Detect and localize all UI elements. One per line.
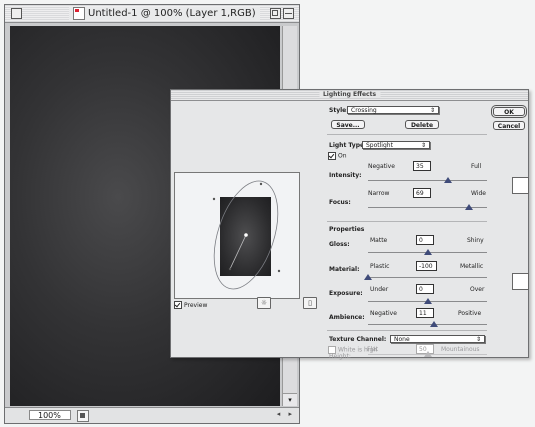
exposure-low-label: Under [370,286,389,293]
separator [327,134,487,135]
light-type-popup[interactable]: Spotlight ⇕ [362,141,430,149]
ambience-label: Ambience: [329,314,365,321]
exposure-high-label: Over [470,286,485,293]
height-slider-thumb[interactable] [423,351,432,357]
height-low-label: Flat [367,346,379,353]
zoom-box-icon[interactable] [270,8,281,19]
focus-low-label: Narrow [368,190,390,197]
texture-channel-value: None [394,336,410,343]
close-box-icon[interactable] [11,8,22,19]
exposure-slider-thumb[interactable] [423,298,432,304]
save-button[interactable]: Save... [331,120,365,129]
ambience-slider-thumb[interactable] [430,321,439,327]
popup-arrow-icon: ⇕ [475,336,481,343]
material-field[interactable]: -100 [416,261,437,271]
new-light-bulb-icon[interactable]: ☼ [257,297,271,309]
dialog-title: Lighting Effects [318,91,381,98]
document-title: Untitled-1 @ 100% (Layer 1,RGB) [88,8,256,19]
separator [327,221,487,222]
preview-checkbox[interactable] [174,301,182,309]
ambience-low-label: Negative [370,310,397,317]
focus-slider-thumb[interactable] [464,204,473,210]
delete-button[interactable]: Delete [405,120,439,129]
preview-checkbox-row[interactable]: Preview [174,301,207,309]
popup-arrow-icon: ⇕ [429,107,435,114]
material-slider-thumb[interactable] [364,274,372,280]
document-titlebar[interactable]: Untitled-1 @ 100% (Layer 1,RGB) [5,5,299,23]
texture-channel-popup[interactable]: None ⇕ [390,335,485,343]
gloss-low-label: Matte [370,237,388,244]
gloss-field[interactable]: 0 [416,235,434,245]
ambient-color-swatch[interactable] [512,273,529,290]
style-popup[interactable]: Crossing ⇕ [347,106,439,114]
separator [327,330,487,331]
intensity-slider-track[interactable] [368,180,487,181]
on-checkbox-row[interactable]: On [328,152,347,160]
light-type-value: Spotlight [366,142,393,149]
document-info-icon[interactable] [77,410,89,422]
dialog-titlebar[interactable]: Lighting Effects [171,90,528,101]
light-type-label: Light Type: [329,142,367,149]
intensity-high-label: Full [471,163,482,170]
popup-arrow-icon: ⇕ [420,142,426,149]
ambience-slider-track[interactable] [368,324,487,325]
height-high-label: Mountainous [441,346,480,353]
scroll-down-arrow-icon[interactable]: ▾ [283,393,297,406]
material-label: Material: [329,266,360,273]
document-title-area: Untitled-1 @ 100% (Layer 1,RGB) [69,7,260,20]
cancel-button[interactable]: Cancel [493,121,525,130]
light-ellipse-handles[interactable] [175,173,299,298]
preview-area[interactable] [174,172,300,299]
exposure-label: Exposure: [329,290,363,297]
intensity-label: Intensity: [329,172,362,179]
intensity-low-label: Negative [368,163,395,170]
on-label: On [338,152,347,160]
gloss-high-label: Shiny [467,237,484,244]
material-low-label: Plastic [370,263,390,270]
lighting-effects-dialog: Lighting Effects Preview ☼ ▯ Style: Cros… [170,89,529,360]
ok-button[interactable]: OK [493,107,525,116]
focus-high-label: Wide [471,190,486,197]
exposure-field[interactable]: 0 [416,284,434,294]
ambience-high-label: Positive [458,310,482,317]
preview-label: Preview [184,301,208,309]
properties-label: Properties [329,226,365,233]
style-label: Style: [329,107,349,114]
texture-channel-label: Texture Channel: [329,336,387,343]
document-icon [73,7,85,20]
light-color-swatch[interactable] [512,177,529,194]
delete-light-trash-icon[interactable]: ▯ [303,297,317,309]
intensity-field[interactable]: 35 [413,161,431,171]
collapse-box-icon[interactable] [283,8,294,19]
zoom-level-field[interactable]: 100% [29,410,71,420]
style-value: Crossing [351,107,377,114]
material-high-label: Metallic [460,263,484,270]
focus-field[interactable]: 69 [413,188,431,198]
on-checkbox[interactable] [328,152,336,160]
horizontal-scroll-arrows-icon[interactable]: ◂ ▸ [277,410,295,418]
focus-label: Focus: [329,199,351,206]
material-slider-track[interactable] [368,277,487,278]
intensity-slider-thumb[interactable] [444,177,453,183]
height-label: Height: [329,353,351,360]
gloss-label: Gloss: [329,241,350,248]
ambience-field[interactable]: 11 [416,308,434,318]
document-status-bar: 100% ◂ ▸ [5,407,299,423]
gloss-slider-thumb[interactable] [423,249,432,255]
